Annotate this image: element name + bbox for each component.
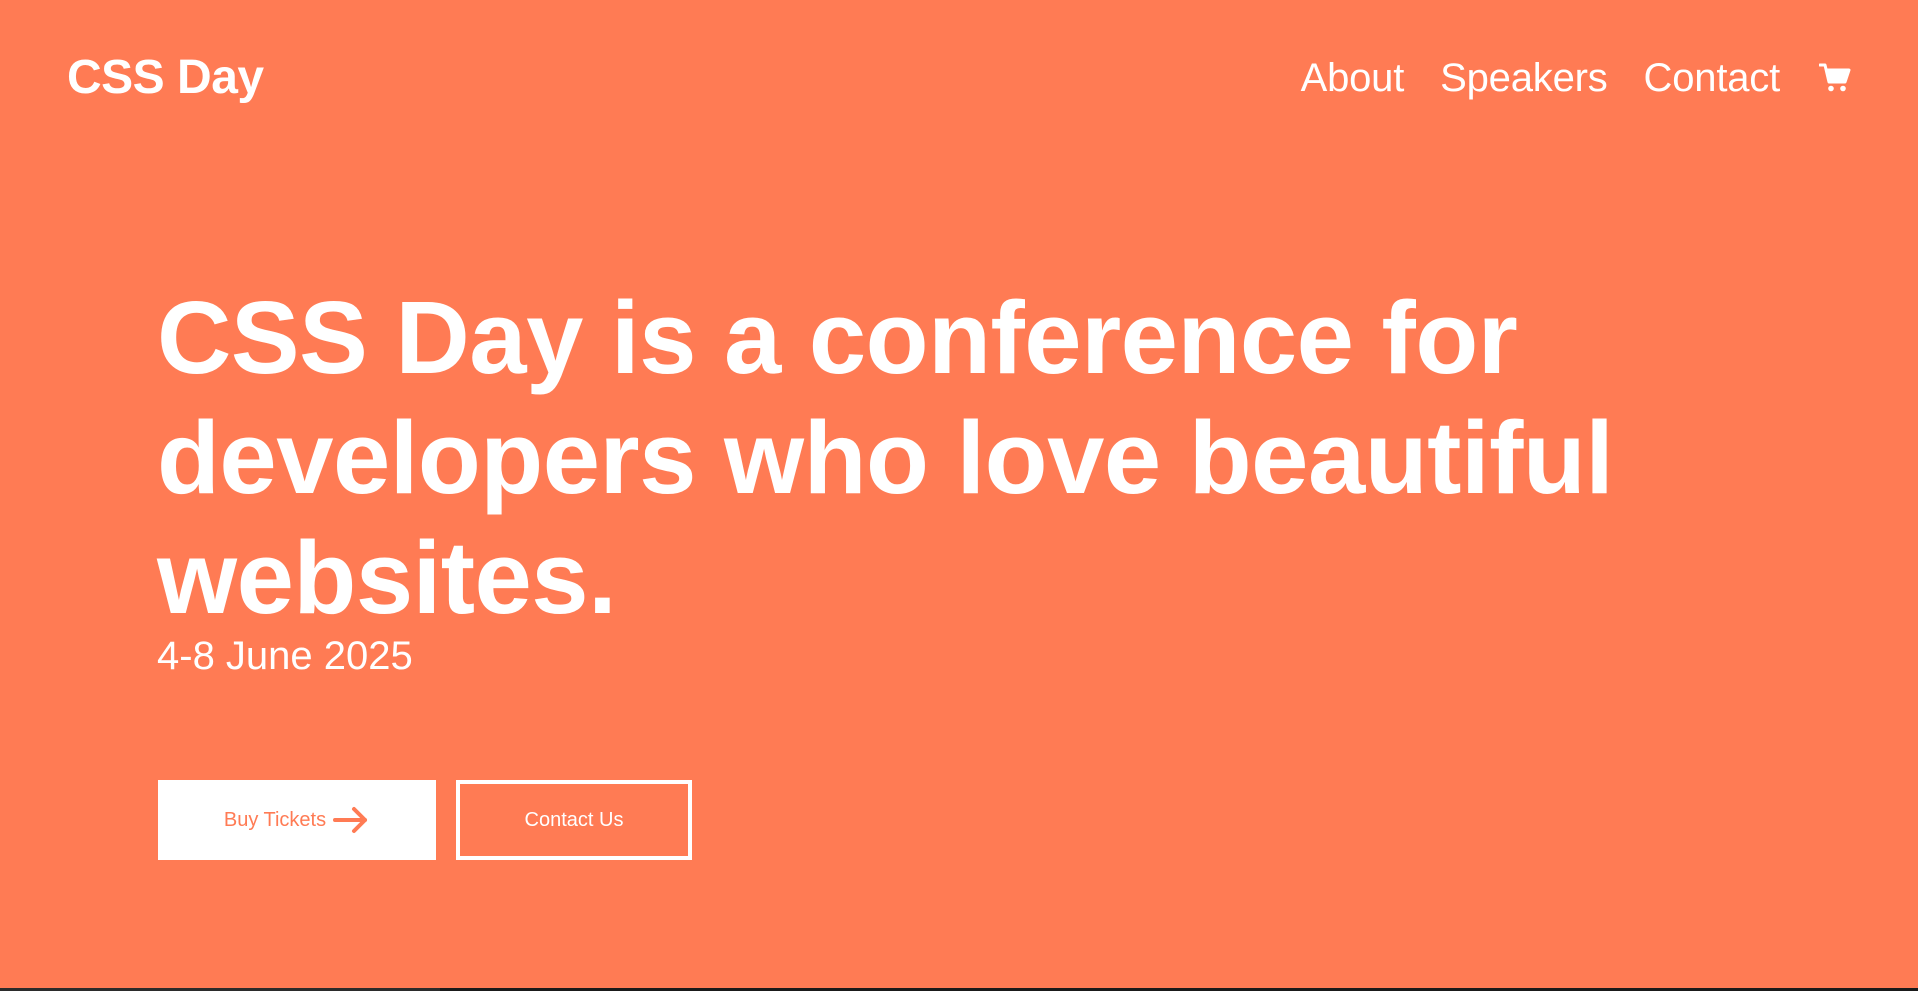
hero-headline-line-2: developers who love beautiful	[157, 400, 1614, 515]
hero-headline-line-3: websites.	[157, 520, 617, 635]
hero-section: CSS Day is a conference for developers w…	[157, 278, 1777, 638]
nav-link-about[interactable]: About	[1301, 52, 1405, 104]
shopping-cart-icon[interactable]	[1818, 61, 1852, 95]
main-nav: About Speakers Contact	[1301, 52, 1852, 104]
hero-headline: CSS Day is a conference for developers w…	[157, 278, 1757, 638]
buy-tickets-button[interactable]: Buy Tickets	[158, 780, 436, 860]
buy-tickets-label: Buy Tickets	[223, 808, 327, 831]
hero-headline-line-1: CSS Day is a conference for	[157, 280, 1518, 395]
nav-link-speakers[interactable]: Speakers	[1440, 52, 1608, 104]
page: CSS Day About Speakers Contact CSS Day i…	[0, 0, 1918, 991]
hero-buttons: Buy Tickets Contact Us	[158, 780, 692, 860]
contact-us-button[interactable]: Contact Us	[456, 780, 692, 860]
site-header: CSS Day About Speakers Contact	[0, 0, 1918, 160]
nav-link-contact[interactable]: Contact	[1644, 52, 1781, 104]
arrow-right-icon	[332, 805, 370, 835]
event-date: 4-8 June 2025	[157, 634, 413, 678]
site-logo[interactable]: CSS Day	[67, 47, 264, 109]
